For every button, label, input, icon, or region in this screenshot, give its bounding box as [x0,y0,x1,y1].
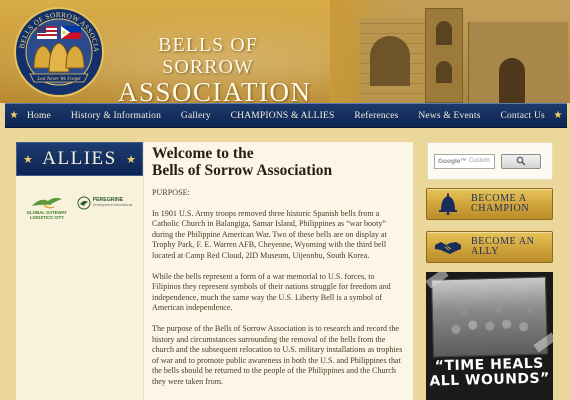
site-title-line2: ASSOCIATION [118,77,312,103]
association-logo[interactable]: BELLS OF SORROW ASSOCIATION Lest Never W… [7,0,108,98]
nav-item-contact-us[interactable]: Contact Us [500,111,544,121]
star-icon: ★ [9,110,19,121]
become-champion-label: BECOME A CHAMPION [471,193,530,215]
partner-global-gateway-name: GLOBAL GATEWAY LOGISTICS CITY [27,210,67,220]
allies-banner: ★ ALLIES ★ [16,142,143,176]
search-button[interactable] [501,153,541,169]
page-title-line2: Bells of Sorrow Association [152,162,333,179]
main-content: Welcome to the Bells of Sorrow Associati… [143,142,413,400]
allies-heading: ALLIES [42,148,117,169]
search-box: Google™ Custom [427,142,553,180]
promo-slogan: “TIME HEALS ALL WOUNDS” [426,356,553,390]
partner-global-gateway[interactable]: GLOBAL GATEWAY LOGISTICS CITY [27,196,67,220]
nav-item-home[interactable]: Home [27,111,51,121]
historic-group-photo [430,276,549,358]
paragraph-symbolism: While the bells represent a form of a wa… [152,271,391,313]
partner-peregrine-name: PEREGRINE Development International [93,198,133,207]
time-heals-promo[interactable]: “TIME HEALS ALL WOUNDS” [426,272,553,400]
site-header: BELLS OF SORROW ASSOCIATION Lest Never W… [0,0,570,103]
star-icon: ★ [126,152,136,166]
nav-item-references[interactable]: References [354,111,398,121]
nav-menu: Home History & Information Gallery CHAMP… [23,111,549,121]
page-title-line1: Welcome to the [152,145,254,162]
promo-slogan-line2: ALL WOUNDS” [429,370,551,390]
church-arch [370,36,410,86]
partner-peregrine[interactable]: PEREGRINE Development International [77,196,133,210]
become-champion-line2: CHAMPION [471,203,530,214]
nav-item-history-information[interactable]: History & Information [71,111,161,121]
become-ally-button[interactable]: BECOME AN ALLY [426,231,553,263]
search-placeholder: Custom [468,158,490,164]
partner-logos: GLOBAL GATEWAY LOGISTICS CITY PEREGRINE … [16,196,143,232]
search-input[interactable]: Google™ Custom [434,153,495,169]
become-ally-line2: ALLY [471,246,500,257]
purpose-label: PURPOSE: [152,188,190,197]
nav-item-news-events[interactable]: News & Events [418,111,480,121]
bells-seal-icon: BELLS OF SORROW ASSOCIATION Lest Never W… [7,0,104,97]
site-title-line1: BELLS OF SORROW [158,34,258,78]
eagle-icon [31,197,62,209]
peregrine-bird-icon [77,196,91,210]
allies-sidebar: ★ ALLIES ★ GLOBAL GATEWAY LOGISTICS CITY… [16,142,143,400]
page-title: Welcome to the Bells of Sorrow Associati… [152,145,405,179]
bell-tower [425,8,463,103]
become-champion-button[interactable]: BECOME A CHAMPION [426,188,553,220]
star-icon: ★ [23,152,33,166]
nav-item-gallery[interactable]: Gallery [181,111,211,121]
partner-peregrine-sub: Development International [92,203,133,207]
paragraph-purpose: The purpose of the Bells of Sorrow Assoc… [152,323,403,386]
main-navigation: ★ Home History & Information Gallery CHA… [5,103,567,128]
site-title: BELLS OF SORROW ASSOCIATION [118,34,312,103]
search-icon [516,156,526,166]
church-facade [468,22,568,103]
become-ally-label: BECOME AN ALLY [471,236,534,258]
handshake-icon [433,235,463,259]
logo-banner-text: Lest Never We Forget [36,77,81,82]
partner-global-gateway-line2: LOGISTICS CITY [29,214,64,220]
google-brand: Google™ [438,157,467,165]
paragraph-history: In 1901 U.S. Army troops removed three h… [152,208,387,260]
star-icon: ★ [553,110,563,121]
nav-item-champions-allies[interactable]: CHAMPIONS & ALLIES [231,111,335,121]
church-background-image [330,0,570,103]
bell-icon [433,192,463,216]
